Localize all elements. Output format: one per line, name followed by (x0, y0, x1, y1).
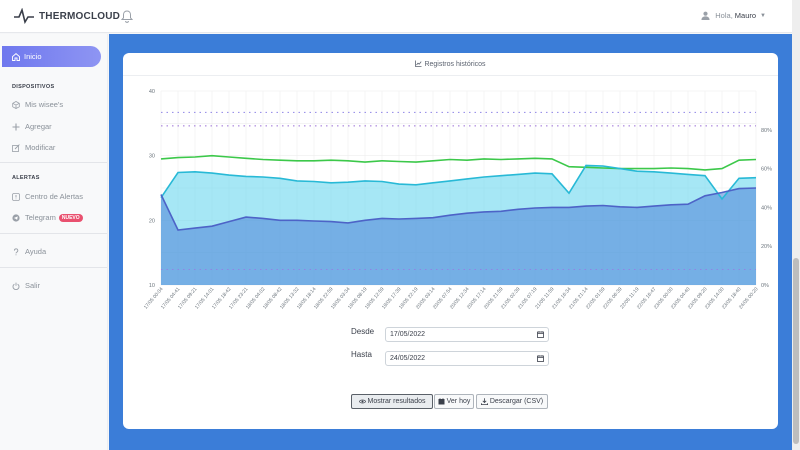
alert-icon (12, 192, 20, 201)
y2-tick-label: 60% (761, 167, 772, 173)
sidebar-item-centro-alertas[interactable]: Centro de Alertas (12, 192, 83, 201)
eye-icon (358, 399, 366, 404)
card-title: Registros históricos (123, 60, 778, 68)
page-scrollbar[interactable] (792, 0, 800, 450)
chevron-down-icon: ▼ (760, 12, 766, 19)
app-name: THERMOCLOUD (39, 10, 121, 22)
top-bar: THERMOCLOUD Hola, Mauro ▼ (0, 0, 792, 33)
user-icon (701, 11, 710, 20)
calendar-icon[interactable] (537, 355, 544, 362)
sidebar-item-label: Agregar (25, 122, 52, 131)
sidebar-divider (0, 233, 107, 234)
card-title-text: Registros históricos (424, 61, 486, 68)
plus-icon (12, 123, 20, 130)
y2-tick-label: 40% (761, 205, 772, 211)
pulse-icon (14, 8, 34, 24)
edit-icon (12, 143, 20, 152)
desde-date-value: 17/05/2022 (390, 331, 426, 338)
cube-icon (12, 100, 20, 109)
calendar-icon (438, 398, 445, 405)
scrollbar-thumb[interactable] (793, 258, 799, 444)
sidebar-item-label: Mis wisee's (25, 100, 64, 109)
user-menu[interactable]: Hola, Mauro ▼ (701, 11, 766, 20)
y-tick-label: 40 (149, 89, 155, 95)
power-icon (12, 282, 20, 290)
card-divider (123, 75, 778, 76)
sidebar-item-telegram[interactable]: Telegram NUEVO (12, 213, 83, 222)
y2-tick-label: 0% (761, 283, 769, 289)
calendar-icon[interactable] (537, 331, 544, 338)
y-tick-label: 30 (149, 154, 155, 160)
sidebar-item-label: Centro de Alertas (25, 192, 83, 201)
sidebar-item-agregar[interactable]: Agregar (12, 122, 52, 131)
history-card: Registros históricos 10 20 30 40 0% 20% 40% 60%… (123, 53, 778, 429)
section-heading-alertas: ALERTAS (12, 175, 40, 181)
sidebar-item-inicio[interactable]: Inicio (2, 46, 101, 67)
sidebar-divider (0, 267, 107, 268)
section-heading-dispositivos: DISPOSITIVOS (12, 84, 55, 90)
sidebar-item-salir[interactable]: Salir (12, 281, 40, 290)
telegram-icon (12, 213, 20, 222)
sidebar-item-modificar[interactable]: Modificar (12, 143, 55, 152)
show-results-button[interactable]: Mostrar resultados (351, 394, 433, 409)
sidebar-item-label: Salir (25, 281, 41, 290)
bell-icon[interactable] (121, 10, 133, 23)
new-badge: NUEVO (58, 213, 83, 222)
y2-tick-label: 20% (761, 244, 772, 250)
user-greeting: Hola, (715, 11, 733, 20)
show-results-label: Mostrar resultados (367, 398, 426, 405)
question-icon (13, 247, 19, 255)
hasta-label: Hasta (351, 350, 372, 359)
sidebar: Inicio DISPOSITIVOS Mis wisee's Agregar … (0, 34, 108, 450)
download-csv-button[interactable]: Descargar (CSV) (476, 394, 548, 409)
hasta-date-input[interactable]: 24/05/2022 (385, 351, 549, 366)
sidebar-item-label: Ayuda (25, 247, 47, 256)
sidebar-item-label: Telegram (25, 213, 56, 222)
sidebar-item-label: Inicio (24, 52, 42, 61)
brand-logo[interactable]: THERMOCLOUD (14, 8, 120, 24)
last-reading-text: Última lectura 24/05/2022 a las 00:30 (131, 410, 223, 416)
sidebar-divider (0, 162, 107, 163)
main-content: Registros históricos 10 20 30 40 0% 20% 40% 60%… (109, 34, 792, 450)
user-name: Mauro (734, 11, 757, 20)
series-line (160, 154, 757, 171)
home-icon (12, 52, 20, 61)
download-csv-label: Descargar (CSV) (489, 398, 544, 405)
chart-svg: 102030400%20%40%60%80%17/05 00:0417/05 0… (143, 89, 772, 311)
y2-tick-label: 80% (761, 128, 772, 134)
y-tick-label: 20 (149, 218, 155, 224)
y-tick-label: 10 (149, 283, 155, 289)
hasta-date-value: 24/05/2022 (390, 355, 426, 362)
sidebar-item-mis-wisees[interactable]: Mis wisee's (12, 100, 63, 109)
sidebar-item-ayuda[interactable]: Ayuda (12, 247, 46, 256)
view-today-button[interactable]: Ver hoy (434, 394, 474, 409)
desde-label: Desde (351, 327, 375, 336)
desde-date-input[interactable]: 17/05/2022 (385, 327, 549, 342)
history-chart: 10 20 30 40 0% 20% 40% 60% 80% 17/05 00:04 17/05 0… (123, 83, 778, 323)
line-chart-icon (415, 60, 422, 67)
view-today-label: Ver hoy (446, 398, 471, 405)
sidebar-item-label: Modificar (25, 143, 56, 152)
download-icon (480, 398, 488, 405)
